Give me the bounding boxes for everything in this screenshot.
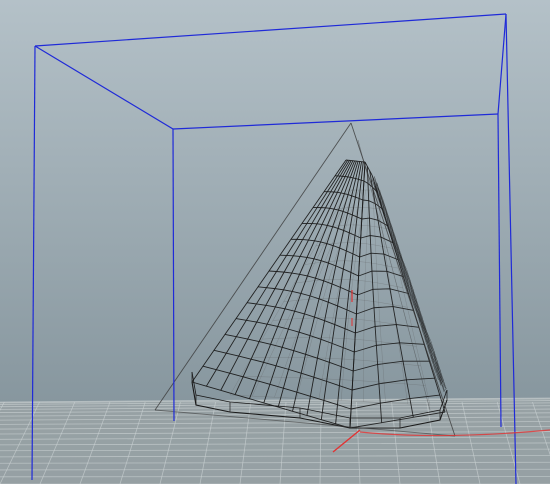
3d-viewport[interactable] xyxy=(0,0,550,484)
ground-grid xyxy=(0,397,550,484)
viewport-canvas[interactable] xyxy=(0,0,550,484)
